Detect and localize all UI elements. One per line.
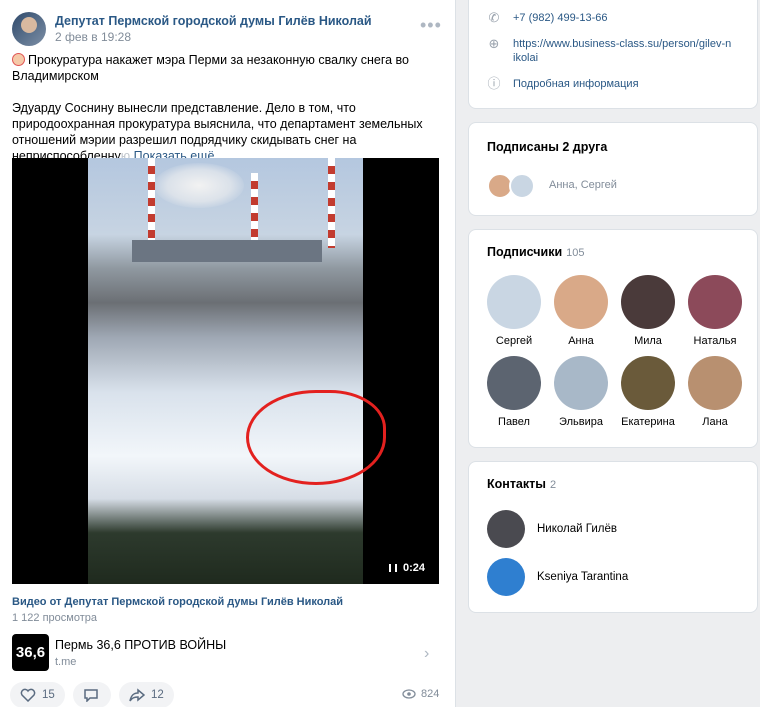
- video-title[interactable]: Видео от Депутат Пермской городской думы…: [12, 596, 343, 608]
- smoke-cloud: [154, 163, 244, 208]
- avatar[interactable]: [554, 275, 608, 329]
- friends-names[interactable]: Анна, Сергей: [549, 179, 617, 191]
- chimney: [148, 158, 155, 248]
- subscriber-name[interactable]: Наталья: [694, 335, 737, 347]
- subscriber[interactable]: Лана: [688, 356, 742, 428]
- chimney: [251, 173, 258, 248]
- friends-title[interactable]: Подписаны 2 друга: [487, 140, 607, 154]
- avatar[interactable]: [688, 356, 742, 410]
- more-info-row[interactable]: ⓘ Подробная информация: [487, 76, 639, 91]
- author-avatar[interactable]: [12, 12, 46, 46]
- chevron-right-icon[interactable]: ›: [424, 645, 429, 663]
- avatar[interactable]: [487, 356, 541, 410]
- website-row[interactable]: ⊕ https://www.business-class.su/person/g…: [487, 37, 737, 65]
- website-link[interactable]: https://www.business-class.su/person/gil…: [513, 37, 733, 65]
- red-highlight-circle: [246, 390, 386, 485]
- more-options-icon[interactable]: •••: [420, 16, 442, 34]
- eye-icon: [402, 689, 416, 699]
- views-indicator: 824: [402, 688, 439, 700]
- link-logo[interactable]: 36,6: [12, 634, 49, 671]
- video-views: 1 122 просмотра: [12, 612, 97, 624]
- friends-card: Подписаны 2 друга Анна, Сергей: [468, 122, 758, 216]
- video-player[interactable]: 0:24: [12, 158, 439, 584]
- contacts-header[interactable]: Контакты 2: [487, 477, 556, 491]
- post-author[interactable]: Депутат Пермской городской думы Гилёв Ни…: [55, 14, 372, 28]
- volume-icon[interactable]: [389, 564, 397, 572]
- subscriber-name[interactable]: Эльвира: [559, 416, 603, 428]
- subscribers-title: Подписчики: [487, 245, 563, 259]
- share-button[interactable]: 12: [119, 682, 174, 707]
- more-info-link[interactable]: Подробная информация: [513, 77, 639, 91]
- like-button[interactable]: 15: [10, 682, 65, 707]
- comment-button[interactable]: [73, 682, 111, 707]
- avatar[interactable]: [487, 275, 541, 329]
- post-text-body: Эдуарду Соснину вынесли представление. Д…: [12, 100, 442, 164]
- wall-post: Депутат Пермской городской думы Гилёв Ни…: [0, 0, 456, 707]
- subscriber-name[interactable]: Павел: [498, 416, 530, 428]
- phone-icon: ✆: [488, 10, 500, 25]
- subscriber-name[interactable]: Лана: [702, 416, 728, 428]
- contact-item[interactable]: Kseniya Tarantina: [487, 558, 628, 596]
- post-body-text: Эдуарду Соснину вынесли представление. Д…: [12, 101, 423, 163]
- subscribers-header[interactable]: Подписчики 105: [487, 245, 585, 259]
- subscribers-card: Подписчики 105 Сергей Анна Мила Наталья П…: [468, 229, 758, 448]
- info-icon: ⓘ: [487, 76, 501, 91]
- contacts-title: Контакты: [487, 477, 546, 491]
- subscribers-count: 105: [566, 247, 585, 259]
- post-date[interactable]: 2 фев в 19:28: [55, 30, 131, 44]
- subscriber-name[interactable]: Анна: [568, 335, 594, 347]
- chimney: [328, 158, 335, 248]
- share-icon: [129, 688, 145, 702]
- avatar[interactable]: [554, 356, 608, 410]
- views-count: 824: [421, 688, 440, 700]
- subscriber-name[interactable]: Екатерина: [621, 416, 675, 428]
- like-count: 15: [42, 689, 55, 701]
- phone-row[interactable]: ✆ +7 (982) 499-13-66: [487, 10, 608, 25]
- comment-icon: [84, 689, 98, 702]
- subscriber[interactable]: Екатерина: [621, 356, 675, 428]
- subscriber[interactable]: Наталья: [688, 275, 742, 347]
- subscriber-name[interactable]: Сергей: [496, 335, 532, 347]
- friends-avatars[interactable]: [487, 173, 535, 199]
- subscriber[interactable]: Сергей: [487, 275, 541, 347]
- contacts-card: Контакты 2 Николай Гилёв Kseniya Tarantin…: [468, 461, 758, 613]
- subscriber[interactable]: Мила: [621, 275, 675, 347]
- power-plant: [132, 240, 322, 262]
- contacts-count: 2: [549, 479, 557, 491]
- avatar[interactable]: [509, 173, 535, 199]
- avatar[interactable]: [688, 275, 742, 329]
- profile-info-card: ✆ +7 (982) 499-13-66 ⊕ https://www.busin…: [468, 0, 758, 109]
- post-headline: Прокуратура накажет мэра Перми за незако…: [12, 53, 409, 83]
- subscriber[interactable]: Эльвира: [554, 356, 608, 428]
- video-duration: 0:24: [402, 562, 425, 574]
- heart-icon: [20, 688, 36, 702]
- subscriber[interactable]: Анна: [554, 275, 608, 347]
- subscriber[interactable]: Павел: [487, 356, 541, 428]
- share-count: 12: [151, 689, 164, 701]
- contact-name[interactable]: Kseniya Tarantina: [537, 571, 628, 583]
- subscribers-grid: Сергей Анна Мила Наталья Павел Эльвира Е…: [487, 275, 742, 428]
- contact-name[interactable]: Николай Гилёв: [537, 523, 617, 535]
- globe-icon: ⊕: [488, 36, 500, 51]
- subscriber-name[interactable]: Мила: [634, 335, 662, 347]
- avatar[interactable]: [487, 558, 525, 596]
- avatar[interactable]: [621, 275, 675, 329]
- link-title[interactable]: Пермь 36,6 ПРОТИВ ВОЙНЫ: [55, 638, 226, 652]
- avatar[interactable]: [621, 356, 675, 410]
- clown-emoji-icon: [12, 53, 25, 66]
- video-frame: [88, 158, 386, 584]
- link-url[interactable]: t.me: [55, 656, 76, 668]
- avatar[interactable]: [487, 510, 525, 548]
- phone-number[interactable]: +7 (982) 499-13-66: [513, 11, 607, 25]
- post-text-headline: Прокуратура накажет мэра Перми за незако…: [12, 52, 442, 84]
- contact-item[interactable]: Николай Гилёв: [487, 510, 617, 548]
